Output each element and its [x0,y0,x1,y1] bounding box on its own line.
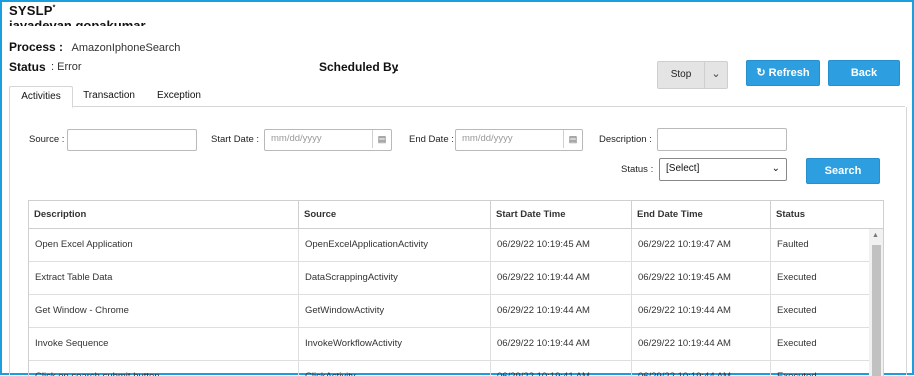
back-button[interactable]: Back [828,60,900,86]
source-label: Source : [29,134,65,145]
scroll-up-arrow-icon[interactable]: ▲ [872,232,879,239]
status-value: : Error [51,61,82,73]
cell-end-date-time: 06/29/22 10:19:44 AM [632,328,771,360]
process-label: Process : [9,40,64,54]
chevron-down-icon[interactable]: ⌄ [705,62,727,88]
tab-activities[interactable]: Activities [9,86,73,108]
column-header-status[interactable]: Status [771,201,883,228]
table-row[interactable]: Extract Table Data DataScrappingActivity… [29,262,869,295]
process-row: Process : AmazonIphoneSearch [9,38,180,56]
status-label: Status [9,60,46,74]
cell-source: OpenExcelApplicationActivity [299,229,491,261]
status-select-value: [Select] [666,163,700,174]
cell-description: Get Window - Chrome [29,295,299,327]
table-scrollbar[interactable]: ▲ [869,229,883,376]
description-label: Description : [599,134,652,145]
cell-start-date-time: 06/29/22 10:19:44 AM [491,262,632,294]
cell-status: Executed [777,272,817,283]
start-date-label: Start Date : [211,134,260,145]
chevron-down-icon: ⌄ [771,163,780,174]
cell-source: InvokeWorkflowActivity [299,328,491,360]
cell-description: Extract Table Data [29,262,299,294]
table-row[interactable]: Get Window - Chrome GetWindowActivity 06… [29,295,869,328]
cell-status: Executed [777,305,817,316]
tab-bar: Activities Transaction Exception [9,86,905,108]
cell-source: GetWindowActivity [299,295,491,327]
cell-source: DataScrappingActivity [299,262,491,294]
cell-description: Click on search submit button [29,361,299,376]
cell-description: Invoke Sequence [29,328,299,360]
scheduled-by-colon: : [395,60,399,74]
column-header-start-date-time[interactable]: Start Date Time [491,201,632,228]
app-title: SYSLP* [9,3,56,18]
table-row[interactable]: Invoke Sequence InvokeWorkflowActivity 0… [29,328,869,361]
cell-end-date-time: 06/29/22 10:19:44 AM [632,295,771,327]
end-date-input[interactable]: mm/dd/yyyy ▤ [455,129,583,151]
calendar-icon[interactable]: ▤ [372,130,391,148]
scrollbar-thumb[interactable] [872,245,881,376]
cell-status: Executed [771,361,869,376]
column-header-description[interactable]: Description [29,201,299,228]
cell-description: Open Excel Application [29,229,299,261]
table-row[interactable]: Click on search submit button ClickActiv… [29,361,869,376]
calendar-icon[interactable]: ▤ [563,130,582,148]
activities-table: Description Source Start Date Time End D… [28,200,884,376]
process-value: AmazonIphoneSearch [71,42,181,54]
search-button[interactable]: Search [806,158,880,184]
scheduled-by-label: Scheduled By [319,60,399,74]
table-header: Description Source Start Date Time End D… [29,201,883,229]
description-input[interactable] [657,128,787,151]
column-header-end-date-time[interactable]: End Date Time [632,201,771,228]
cell-end-date-time: 06/29/22 10:19:44 AM [632,361,771,376]
refresh-button[interactable]: ↻ Refresh [746,60,820,86]
column-header-source[interactable]: Source [299,201,491,228]
cell-source: ClickActivity [299,361,491,376]
source-input[interactable] [67,129,197,151]
refresh-icon: ↻ [756,67,766,79]
cell-status: Executed [777,338,817,349]
cell-end-date-time: 06/29/22 10:19:47 AM [632,229,771,261]
stop-button[interactable]: Stop [658,62,705,88]
user-name: jayadevan gopakumar [9,18,146,26]
start-date-placeholder: mm/dd/yyyy [271,133,322,144]
cell-end-date-time: 06/29/22 10:19:45 AM [632,262,771,294]
start-date-input[interactable]: mm/dd/yyyy ▤ [264,129,392,151]
end-date-placeholder: mm/dd/yyyy [462,133,513,144]
status-select[interactable]: [Select] ⌄ [659,158,787,181]
tab-transaction[interactable]: Transaction [75,86,143,106]
cell-start-date-time: 06/29/22 10:19:44 AM [491,328,632,360]
refresh-button-label: Refresh [768,67,810,79]
stop-split-button[interactable]: Stop ⌄ [657,61,728,89]
cell-status: Faulted [777,239,809,250]
tab-exception[interactable]: Exception [147,86,211,106]
cell-start-date-time: 06/29/22 10:19:41 AM [491,361,632,376]
status-filter-label: Status : [621,164,654,175]
cell-start-date-time: 06/29/22 10:19:45 AM [491,229,632,261]
cell-start-date-time: 06/29/22 10:19:44 AM [491,295,632,327]
table-row[interactable]: Open Excel Application OpenExcelApplicat… [29,229,869,262]
end-date-label: End Date : [409,134,454,145]
